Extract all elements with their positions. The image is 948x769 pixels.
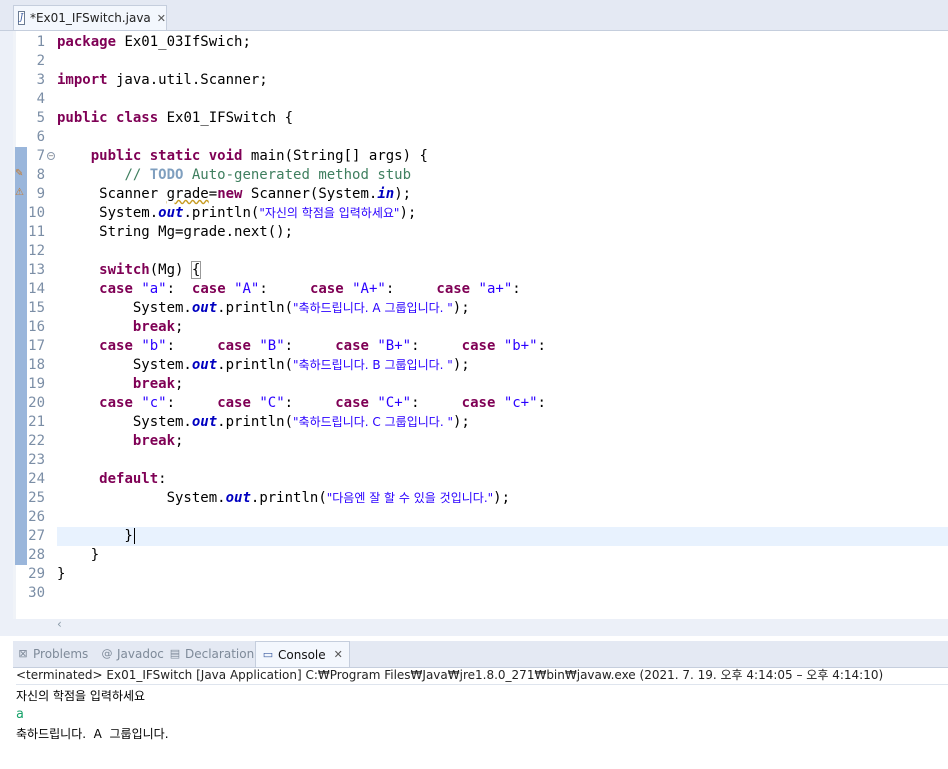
- line-number: 5: [36, 110, 45, 126]
- line-number: 12: [28, 243, 45, 259]
- console-icon: ▭: [262, 647, 274, 661]
- line-number: 20: [28, 395, 45, 411]
- code-line: System.out.println("축하드립니다. C 그룹입니다. ");: [132, 414, 470, 430]
- javadoc-icon: @: [101, 647, 113, 660]
- code-line: break;: [132, 319, 184, 335]
- console-input-line: a: [16, 707, 24, 722]
- editor-area: J *Ex01_IFSwitch.java ✕ ✎ ⚠ 1 2 3 4 5 6 …: [0, 0, 948, 636]
- line-number: 28: [28, 547, 45, 563]
- code-line: }: [57, 566, 66, 582]
- tab-console[interactable]: ▭ Console ✕: [255, 641, 350, 667]
- line-number: 14: [28, 281, 45, 297]
- line-number: 25: [28, 490, 45, 506]
- close-icon[interactable]: ✕: [334, 648, 343, 661]
- code-line: public class Ex01_IFSwitch {: [57, 110, 294, 126]
- code-line: System.out.println("자신의 학점을 입력하세요");: [99, 205, 417, 221]
- scroll-left-icon[interactable]: ‹: [57, 617, 62, 631]
- code-line: System.out.println("축하드립니다. B 그룹입니다. ");: [132, 357, 470, 373]
- line-number: 15: [28, 300, 45, 316]
- console-view[interactable]: <terminated> Ex01_IFSwitch [Java Applica…: [13, 668, 948, 769]
- line-number: 3: [36, 72, 45, 88]
- tab-declaration[interactable]: ▤ Declaration: [169, 641, 254, 667]
- line-number: 19: [28, 376, 45, 392]
- fold-toggle-icon[interactable]: −: [47, 152, 55, 160]
- tab-javadoc[interactable]: @ Javadoc: [101, 641, 164, 667]
- bottom-views-panel: ⊠ Problems @ Javadoc ▤ Declaration ▭ Console…: [0, 636, 948, 769]
- console-output-line: 자신의 학점을 입력하세요: [16, 689, 146, 703]
- code-line: default:: [99, 471, 167, 487]
- editor-tab[interactable]: J *Ex01_IFSwitch.java ✕: [13, 5, 167, 30]
- code-line: // TODO Auto-generated method stub: [124, 167, 412, 183]
- line-number: 24: [28, 471, 45, 487]
- line-number: 18: [28, 357, 45, 373]
- code-line: case "c": case "C": case "C+": case "c+"…: [99, 395, 546, 411]
- view-tabbar: ⊠ Problems @ Javadoc ▤ Declaration ▭ Console…: [13, 641, 948, 668]
- text-cursor: [133, 528, 135, 544]
- line-number: 16: [28, 319, 45, 335]
- tab-problems[interactable]: ⊠ Problems: [17, 641, 88, 667]
- line-number: 27: [28, 528, 45, 544]
- editor-tab-title: *Ex01_IFSwitch.java: [29, 11, 151, 25]
- declaration-icon: ▤: [169, 647, 181, 660]
- console-status: <terminated> Ex01_IFSwitch [Java Applica…: [16, 668, 948, 685]
- code-line: }: [57, 528, 135, 544]
- code-line: public static void main(String[] args) {: [90, 148, 428, 164]
- problems-icon: ⊠: [18, 647, 28, 660]
- line-number: 6: [36, 129, 45, 145]
- line-number: 21: [28, 414, 45, 430]
- editor-tabbar: J *Ex01_IFSwitch.java ✕: [0, 0, 948, 31]
- code-line: System.out.println("축하드립니다. A 그룹입니다. ");: [132, 300, 470, 316]
- line-number: 10: [28, 205, 45, 221]
- line-number: 1: [36, 34, 45, 50]
- code-line: import java.util.Scanner;: [57, 72, 268, 88]
- line-number: 13: [28, 262, 45, 278]
- java-file-icon: J: [18, 11, 25, 25]
- code-line: break;: [132, 376, 184, 392]
- line-number: 4: [36, 91, 45, 107]
- code-line: System.out.println("다음엔 잘 할 수 있을 것입니다.")…: [166, 490, 511, 506]
- code-line: switch(Mg) {: [99, 261, 202, 279]
- line-number: 29: [28, 566, 45, 582]
- line-number: 11: [28, 224, 45, 240]
- line-number: 8: [36, 167, 45, 183]
- code-line: break;: [132, 433, 184, 449]
- code-line: case "b": case "B": case "B+": case "b+"…: [99, 338, 546, 354]
- line-number: 23: [28, 452, 45, 468]
- line-number: 17: [28, 338, 45, 354]
- line-number: 9: [36, 186, 45, 202]
- line-number: 7: [36, 148, 45, 164]
- line-number: 2: [36, 53, 45, 69]
- line-number: 30: [28, 585, 45, 601]
- close-icon[interactable]: ✕: [157, 12, 166, 25]
- code-line: Scanner grade=new Scanner(System.in);: [99, 186, 412, 202]
- console-output-line: 축하드립니다. A 그룹입니다.: [16, 727, 169, 741]
- current-line-highlight: [57, 527, 948, 546]
- line-number: 22: [28, 433, 45, 449]
- code-line: package Ex01_03IfSwich;: [57, 34, 251, 50]
- line-number: 26: [28, 509, 45, 525]
- code-line: case "a": case "A": case "A+": case "a+"…: [99, 281, 521, 297]
- code-line: String Mg=grade.next();: [99, 224, 294, 240]
- code-editor[interactable]: ✎ ⚠ 1 2 3 4 5 6 7 8 9 10 11 12 13 14 15 …: [13, 31, 948, 619]
- code-line: }: [57, 547, 100, 563]
